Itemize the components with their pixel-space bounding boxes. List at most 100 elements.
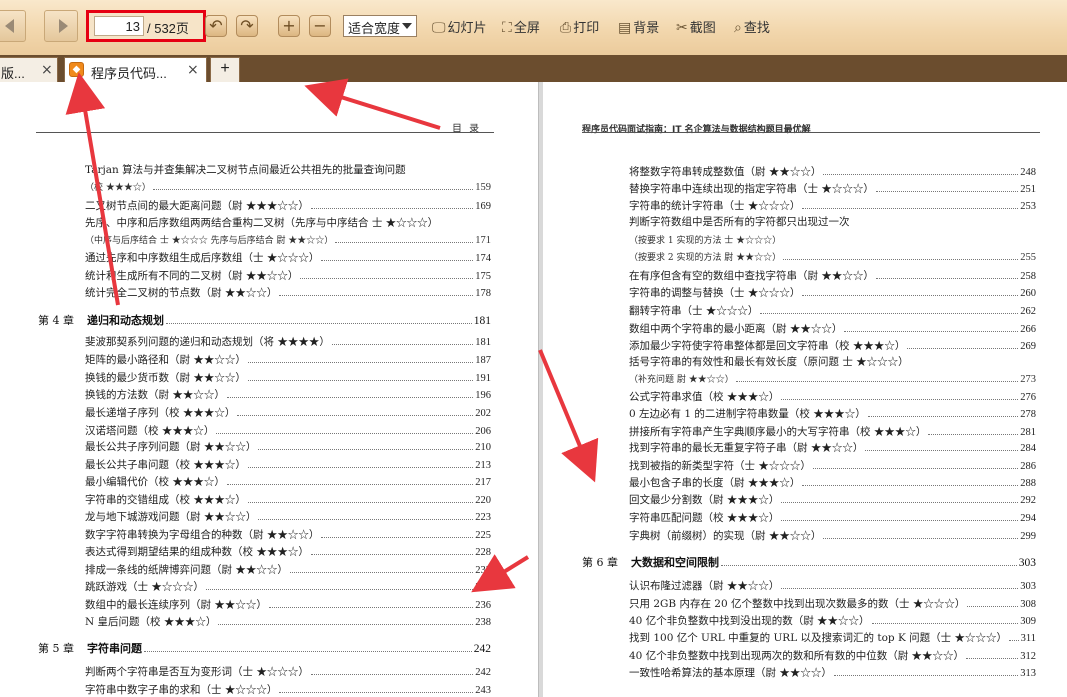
toc-entry[interactable]: 最长递增子序列（校 ★★★☆） 202: [85, 405, 491, 420]
zoom-out-button[interactable]: −: [309, 15, 331, 37]
screenshot-button[interactable]: ✂ 截图: [676, 17, 716, 36]
toc-entry[interactable]: 认识布隆过滤器（尉 ★★☆☆） 303: [629, 578, 1036, 593]
toc-entry-title: 字符串的统计字符串（士 ★☆☆☆）: [629, 200, 801, 212]
toc-entry[interactable]: 排成一条线的纸牌博弈问题（尉 ★★☆☆） 233: [85, 562, 491, 577]
toc-entry[interactable]: 0 左边必有 1 的二进制字符串数量（校 ★★★☆） 278: [629, 406, 1036, 421]
toc-entry[interactable]: 最长公共子串问题（校 ★★★☆） 213: [85, 457, 491, 472]
toc-entry[interactable]: （按要求 1 实现的方法 士 ★☆☆☆）: [629, 233, 1036, 246]
toc-leader-dots: [226, 396, 474, 398]
toc-page-number: 235: [475, 582, 491, 593]
zoom-in-button[interactable]: +: [278, 15, 300, 37]
page-number-input[interactable]: 13: [94, 16, 144, 36]
toc-entry[interactable]: （中序与后序结合 士 ★☆☆☆ 先序与后序结合 尉 ★★☆☆） 171: [85, 233, 491, 246]
toc-entry[interactable]: 括号字符串的有效性和最长有效长度（原问题 士 ★☆☆☆）: [629, 354, 1036, 369]
undo-button[interactable]: ↶: [205, 15, 227, 37]
new-tab-button[interactable]: +: [210, 57, 240, 82]
redo-button[interactable]: ↷: [236, 15, 258, 37]
zoom-select[interactable]: 适合宽度: [343, 15, 417, 37]
tab-document-2[interactable]: ◆ 程序员代码... ×: [64, 57, 207, 82]
toc-entry[interactable]: 公式字符串求值（校 ★★★☆） 276: [629, 389, 1036, 404]
toc-entry[interactable]: 找到被指的新类型字符（士 ★☆☆☆） 286: [629, 458, 1036, 473]
toc-entry[interactable]: 添加最少字符使字符串整体都是回文字符串（校 ★★★☆） 269: [629, 338, 1036, 353]
toc-page-number: 159: [475, 182, 491, 193]
toc-entry[interactable]: 回文最少分割数（尉 ★★★☆） 292: [629, 492, 1036, 507]
toc-entry[interactable]: 字符串的调整与替换（士 ★☆☆☆） 260: [629, 285, 1036, 300]
screenshot-label: 截图: [689, 20, 716, 35]
slideshow-button[interactable]: 🖵 幻灯片: [432, 17, 487, 36]
toc-entry[interactable]: 汉诺塔问题（校 ★★★☆） 206: [85, 423, 491, 438]
toc-page-number: 243: [475, 685, 491, 696]
toc-entry[interactable]: Tarjan 算法与并查集解决二叉树节点间最近公共祖先的批量查询问题: [85, 162, 491, 177]
toc-leader-dots: [781, 587, 1019, 589]
toc-page-number: 269: [1020, 341, 1036, 352]
toc-entry-title: 拼接所有字符串产生字典顺序最小的大写字符串（校 ★★★☆）: [629, 426, 927, 438]
toc-entry[interactable]: 字符串的统计字符串（士 ★☆☆☆） 253: [629, 198, 1036, 213]
toc-entry[interactable]: 换钱的方法数（尉 ★★☆☆） 196: [85, 387, 491, 402]
toc-entry[interactable]: 先序、中序和后序数组两两结合重构二叉树（先序与中序结合 士 ★☆☆☆）: [85, 215, 491, 230]
toc-entry-title: 40 亿个非负整数中找到没出现的数（尉 ★★☆☆）: [629, 615, 870, 627]
toc-entry[interactable]: （补充问题 尉 ★★☆☆） 273: [629, 372, 1036, 385]
toc-entry[interactable]: 跳跃游戏（士 ★☆☆☆） 235: [85, 579, 491, 594]
toc-entry[interactable]: 只用 2GB 内存在 20 亿个整数中找到出现次数最多的数（士 ★☆☆☆） 308: [629, 596, 1036, 611]
toc-entry[interactable]: 龙与地下城游戏问题（尉 ★★☆☆） 223: [85, 509, 491, 524]
toc-entry[interactable]: 替换字符串中连续出现的指定字符串（士 ★☆☆☆） 251: [629, 181, 1036, 196]
toc-chapter-row[interactable]: 第 4 章递归和动态规划 181: [38, 312, 491, 328]
toc-entry[interactable]: （校 ★★★☆） 159: [85, 180, 491, 193]
toc-entry[interactable]: 一致性哈希算法的基本原理（尉 ★★☆☆） 313: [629, 665, 1036, 680]
toc-entry[interactable]: 判断两个字符串是否互为变形词（士 ★☆☆☆） 242: [85, 664, 491, 679]
toc-entry[interactable]: 找到字符串的最长无重复字符子串（尉 ★★☆☆） 284: [629, 440, 1036, 455]
background-label: 背景: [633, 20, 660, 35]
page-gutter: [538, 82, 543, 697]
document-viewer[interactable]: 目 录 Tarjan 算法与并查集解决二叉树节点间最近公共祖先的批量查询问题 （校…: [0, 82, 1067, 697]
toc-entry[interactable]: 数组中两个字符串的最小距离（尉 ★★☆☆） 266: [629, 321, 1036, 336]
toc-entry[interactable]: 40 亿个非负整数中找到没出现的数（尉 ★★☆☆） 309: [629, 613, 1036, 628]
search-button[interactable]: ⌕ 查找: [734, 17, 770, 36]
toc-entry[interactable]: 数字字符串转换为字母组合的种数（尉 ★★☆☆） 225: [85, 527, 491, 542]
close-icon[interactable]: ×: [41, 62, 53, 78]
toc-leader-dots: [321, 259, 474, 261]
print-button[interactable]: ⎙ 打印: [560, 17, 599, 36]
scissors-icon: ✂: [676, 20, 688, 36]
close-icon[interactable]: ×: [187, 62, 199, 78]
toc-entry[interactable]: 最小编辑代价（校 ★★★☆） 217: [85, 474, 491, 489]
toc-entry[interactable]: 最长公共子序列问题（尉 ★★☆☆） 210: [85, 439, 491, 454]
toc-entry[interactable]: 将整数字符串转成整数值（尉 ★★☆☆） 248: [629, 164, 1036, 179]
toc-entry[interactable]: 在有序但含有空的数组中查找字符串（尉 ★★☆☆） 258: [629, 268, 1036, 283]
toc-entry[interactable]: N 皇后问题（校 ★★★☆） 238: [85, 614, 491, 629]
toc-entry[interactable]: 字符串匹配问题（校 ★★★☆） 294: [629, 510, 1036, 525]
toc-entry[interactable]: 判断字符数组中是否所有的字符都只出现过一次: [629, 214, 1036, 229]
previous-page-button[interactable]: [0, 10, 26, 42]
toc-entry[interactable]: 字符串的交错组成（校 ★★★☆） 220: [85, 492, 491, 507]
toc-entry-title: 最小包含子串的长度（尉 ★★★☆）: [629, 477, 801, 489]
toc-chapter-row[interactable]: 第 5 章字符串问题 242: [38, 640, 491, 656]
toc-entry[interactable]: 二叉树节点间的最大距离问题（尉 ★★★☆☆） 169: [85, 198, 491, 213]
toc-entry[interactable]: 数组中的最长连续序列（尉 ★★☆☆） 236: [85, 597, 491, 612]
toc-entry[interactable]: 表达式得到期望结果的组成种数（校 ★★★☆） 228: [85, 544, 491, 559]
fullscreen-button[interactable]: ⛶ 全屏: [502, 17, 540, 36]
toc-leader-dots: [237, 414, 474, 416]
background-button[interactable]: ▤ 背景: [618, 17, 659, 36]
toc-entry-title: 字符串的调整与替换（士 ★☆☆☆）: [629, 287, 801, 299]
toc-entry[interactable]: 40 亿个非负整数中找到出现两次的数和所有数的中位数（尉 ★★☆☆） 312: [629, 648, 1036, 663]
toc-entry[interactable]: 翻转字符串（士 ★☆☆☆） 262: [629, 303, 1036, 318]
toc-entry[interactable]: 统计和生成所有不同的二叉树（尉 ★★☆☆） 175: [85, 268, 491, 283]
toc-entry[interactable]: 统计完全二叉树的节点数（尉 ★★☆☆） 178: [85, 285, 491, 300]
toc-entry[interactable]: 最小包含子串的长度（尉 ★★★☆） 288: [629, 475, 1036, 490]
toc-entry[interactable]: （按要求 2 实现的方法 尉 ★★☆☆） 255: [629, 250, 1036, 263]
undo-icon: ↶: [209, 16, 223, 35]
toc-chapter-row[interactable]: 第 6 章大数据和空间限制 303: [582, 554, 1036, 570]
toc-entry[interactable]: 换钱的最少货币数（尉 ★★☆☆） 191: [85, 370, 491, 385]
toc-leader-dots: [781, 501, 1019, 503]
toc-entry-title: 40 亿个非负整数中找到出现两次的数和所有数的中位数（尉 ★★☆☆）: [629, 650, 965, 662]
toc-entry[interactable]: 找到 100 亿个 URL 中重复的 URL 以及搜索词汇的 top K 问题（…: [629, 630, 1036, 645]
toc-entry[interactable]: 拼接所有字符串产生字典顺序最小的大写字符串（校 ★★★☆） 281: [629, 424, 1036, 439]
next-page-button[interactable]: [44, 10, 78, 42]
toc-entry[interactable]: 字典树（前缀树）的实现（尉 ★★☆☆） 299: [629, 528, 1036, 543]
tab-document-1[interactable]: 版... ×: [0, 57, 58, 82]
search-label: 查找: [743, 20, 770, 35]
toc-entry[interactable]: 字符串中数字子串的求和（士 ★☆☆☆） 243: [85, 682, 491, 697]
toc-page-number: 225: [475, 530, 491, 541]
toc-entry[interactable]: 斐波那契系列问题的递归和动态规划（将 ★★★★） 181: [85, 334, 491, 349]
toc-entry[interactable]: 矩阵的最小路径和（尉 ★★☆☆） 187: [85, 352, 491, 367]
toc-entry[interactable]: 通过先序和中序数组生成后序数组（士 ★☆☆☆） 174: [85, 250, 491, 265]
